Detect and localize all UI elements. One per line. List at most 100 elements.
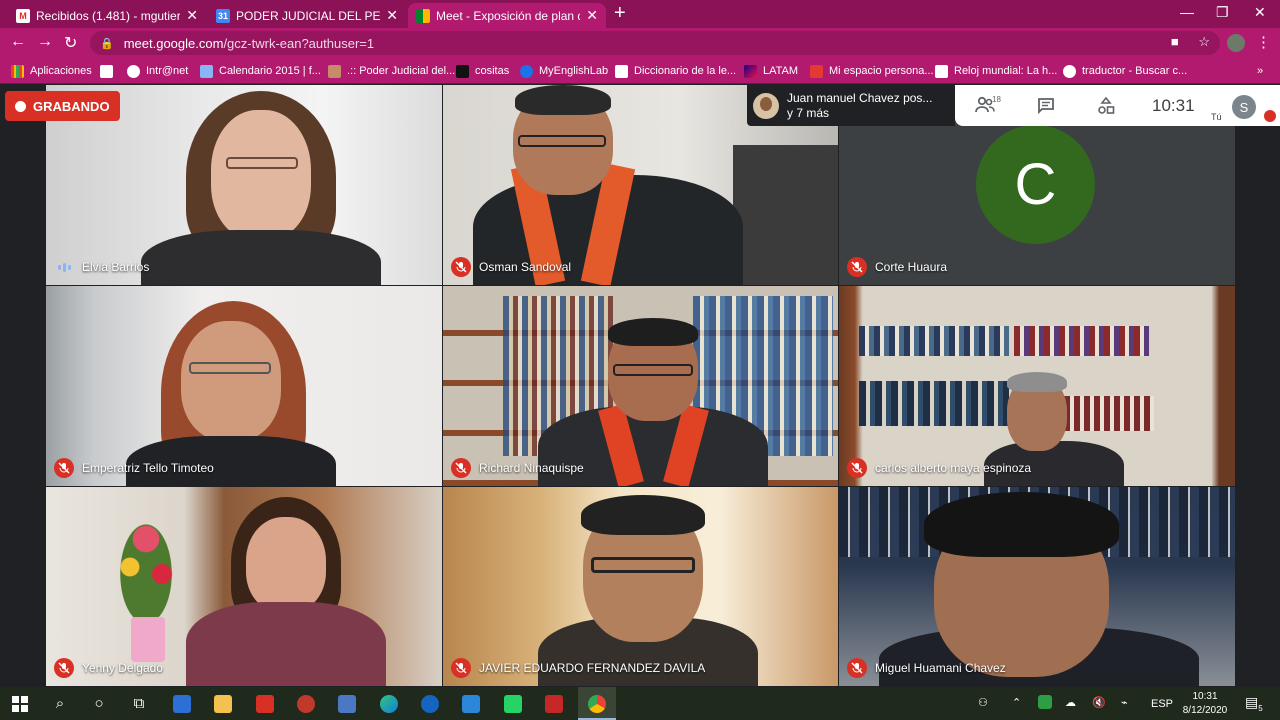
- bookmark-label: Reloj mundial: La h...: [954, 65, 1058, 77]
- reload-icon[interactable]: ↻: [64, 33, 77, 53]
- participant-body: [141, 230, 381, 285]
- monitor-app-icon[interactable]: [337, 694, 357, 714]
- close-icon[interactable]: ✕: [186, 7, 198, 24]
- shield-app-icon[interactable]: [296, 694, 316, 714]
- video-tile-emperatriz-tello[interactable]: Emperatriz Tello Timoteo: [46, 286, 442, 486]
- bookmark-diccionario[interactable]: Diccionario de la le...: [615, 63, 736, 79]
- close-window-icon[interactable]: ✕: [1254, 4, 1266, 21]
- cortana-icon[interactable]: ○: [89, 693, 109, 713]
- camera-icon[interactable]: ■: [1171, 34, 1179, 49]
- menu-icon[interactable]: ⋮: [1256, 33, 1271, 51]
- calendar-icon: [200, 64, 213, 78]
- calendar-icon: 31: [216, 8, 230, 23]
- nameplate: Osman Sandoval: [451, 257, 571, 277]
- chrome-icon[interactable]: [587, 694, 607, 714]
- video-tile-richard-ninaquispe[interactable]: Richard Ninaquispe: [443, 286, 838, 486]
- video-tile-yenny-delgado[interactable]: Yenny Delgado: [46, 487, 442, 686]
- tab-title: Meet - Exposición de plan de: [436, 8, 581, 23]
- store-icon[interactable]: [172, 694, 192, 714]
- participant-name: carlos alberto maya espinoza: [875, 461, 1032, 475]
- star-icon[interactable]: ☆: [1198, 34, 1210, 49]
- address-bar[interactable]: 🔒 meet.google.com /gcz-twrk-ean?authuser…: [90, 31, 1220, 55]
- whatsapp-icon[interactable]: [503, 694, 523, 714]
- system-clock[interactable]: 10:31 8/12/2020: [1180, 690, 1230, 718]
- clock-icon: [935, 64, 948, 78]
- participant-hair: [581, 495, 705, 535]
- browser-toolbar: ← → ↻ 🔒 meet.google.com /gcz-twrk-ean?au…: [0, 28, 1280, 58]
- participant-count: 18: [992, 95, 1001, 104]
- participant-name: Elvia Barrios: [82, 260, 150, 274]
- bookmark-label: MyEnglishLab: [539, 65, 609, 77]
- bookmark-latam[interactable]: LATAM: [744, 63, 798, 79]
- new-tab-button[interactable]: +: [614, 2, 626, 25]
- network-icon[interactable]: ⌁: [1121, 696, 1128, 709]
- recording-label: GRABANDO: [33, 98, 110, 114]
- nameplate: Elvia Barrios: [54, 257, 149, 277]
- close-icon[interactable]: ✕: [586, 7, 598, 24]
- bookmark-intranet[interactable]: Intr@net: [127, 63, 188, 79]
- cloud-icon[interactable]: ☁: [1065, 696, 1076, 709]
- profile-avatar[interactable]: [1227, 34, 1245, 52]
- volume-muted-icon[interactable]: 🔇: [1092, 696, 1106, 709]
- minimize-icon[interactable]: —: [1180, 4, 1194, 20]
- file-explorer-icon[interactable]: [213, 694, 233, 714]
- video-tile-carlos-maya[interactable]: carlos alberto maya espinoza: [839, 286, 1235, 486]
- self-mic-off-icon: [1264, 110, 1276, 122]
- activities-icon[interactable]: [1097, 96, 1115, 120]
- glasses: [518, 135, 606, 147]
- edge-icon[interactable]: [379, 694, 399, 714]
- mail-icon[interactable]: [461, 694, 481, 714]
- bookmarks-bar: Aplicaciones Intr@net Calendario 2015 | …: [0, 58, 1280, 84]
- video-tile-javier-fernandez[interactable]: JAVIER EDUARDO FERNANDEZ DAVILA: [443, 487, 838, 686]
- bookmark-label: Calendario 2015 | f...: [219, 65, 321, 77]
- tab-calendar[interactable]: 31 PODER JUDICIAL DEL PERU - Cal ✕: [208, 3, 406, 28]
- security-tray-icon[interactable]: [1038, 695, 1052, 709]
- bookmark-label: traductor - Buscar c...: [1082, 65, 1188, 77]
- feather-icon: [100, 64, 113, 78]
- video-tile-miguel-huamani[interactable]: Miguel Huamani Chavez: [839, 487, 1235, 686]
- language-indicator[interactable]: ESP: [1151, 698, 1173, 710]
- tab-gmail[interactable]: M Recibidos (1.481) - mgutierrezdel ✕: [8, 3, 206, 28]
- bookmark-mi-espacio[interactable]: Mi espacio persona...: [810, 63, 934, 79]
- bookmark-traductor[interactable]: traductor - Buscar c...: [1063, 63, 1187, 79]
- bookmark-label: .:: Poder Judicial del...: [347, 65, 456, 77]
- bluetooth-icon[interactable]: [420, 694, 440, 714]
- books: [859, 381, 1009, 426]
- nameplate: Emperatriz Tello Timoteo: [54, 458, 214, 478]
- mic-off-icon: [847, 458, 867, 478]
- bookmark-myenglishlab[interactable]: MyEnglishLab: [520, 63, 608, 79]
- tab-meet[interactable]: Meet - Exposición de plan de ✕: [408, 3, 606, 28]
- maximize-icon[interactable]: ❐: [1216, 4, 1229, 21]
- bookmark-calendario[interactable]: Calendario 2015 | f...: [200, 63, 321, 79]
- presenter-name: Juan manuel Chavez pos...: [787, 90, 933, 105]
- forward-icon[interactable]: →: [37, 33, 53, 51]
- chevron-up-icon[interactable]: ⌃: [1012, 696, 1021, 709]
- gift-app-icon[interactable]: [255, 694, 275, 714]
- antivirus-icon[interactable]: [544, 694, 564, 714]
- presenter-chip[interactable]: Juan manuel Chavez pos... y 7 más: [747, 85, 955, 126]
- bookmark-icon-only[interactable]: [100, 63, 119, 79]
- mic-off-icon: [54, 458, 74, 478]
- windows-start-icon[interactable]: [10, 694, 30, 714]
- back-icon[interactable]: ←: [10, 33, 26, 51]
- task-view-icon[interactable]: ⧉: [129, 693, 149, 713]
- participant-body: [186, 602, 386, 686]
- bookmark-cositas[interactable]: cositas: [456, 63, 509, 79]
- mic-off-icon: [451, 257, 471, 277]
- mic-off-icon: [54, 658, 74, 678]
- notifications-icon[interactable]: ▤5: [1245, 694, 1263, 713]
- bookmark-label: Intr@net: [146, 65, 189, 77]
- bookmark-apps[interactable]: Aplicaciones: [11, 63, 92, 79]
- bookmark-reloj-mundial[interactable]: Reloj mundial: La h...: [935, 63, 1057, 79]
- bookmarks-overflow-icon[interactable]: »: [1257, 63, 1263, 79]
- close-icon[interactable]: ✕: [386, 7, 398, 24]
- search-icon[interactable]: ⌕: [50, 693, 70, 713]
- chat-icon[interactable]: [1037, 97, 1055, 119]
- bookmark-poder-judicial[interactable]: .:: Poder Judicial del...: [328, 63, 455, 79]
- pearson-icon: [520, 64, 533, 78]
- bookmark-label: Aplicaciones: [30, 65, 92, 77]
- flower-arrangement: [106, 497, 186, 637]
- people-tray-icon[interactable]: ⚇: [978, 696, 988, 709]
- self-avatar[interactable]: S: [1232, 95, 1256, 119]
- bookmark-label: cositas: [475, 65, 510, 77]
